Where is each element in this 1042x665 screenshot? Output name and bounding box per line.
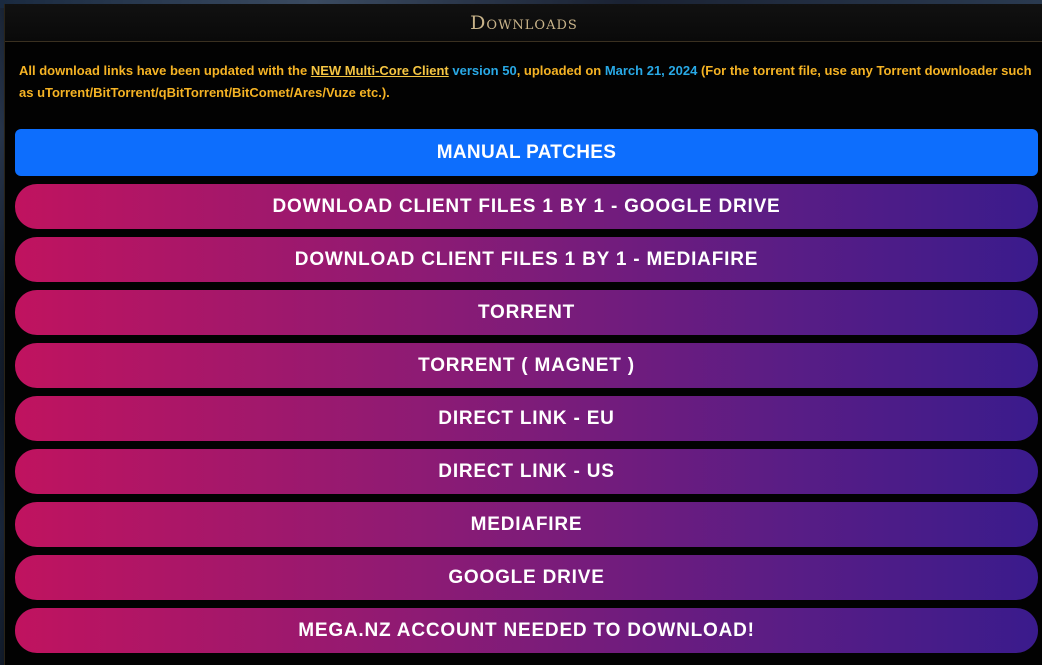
panel-header: Downloads — [5, 4, 1042, 42]
mega-nz-button[interactable]: MEGA.NZ ACCOUNT NEEDED TO DOWNLOAD! — [15, 608, 1038, 653]
client-version: version 50 — [452, 63, 517, 78]
direct-link-us-button[interactable]: DIRECT LINK - US — [15, 449, 1038, 494]
mediafire-1by1-button[interactable]: DOWNLOAD CLIENT FILES 1 BY 1 - MEDIAFIRE — [15, 237, 1038, 282]
manual-patches-button[interactable]: MANUAL PATCHES — [15, 129, 1038, 176]
notice-text-1: All download links have been updated wit… — [19, 63, 311, 78]
google-drive-button[interactable]: GOOGLE DRIVE — [15, 555, 1038, 600]
mediafire-button[interactable]: MEDIAFIRE — [15, 502, 1038, 547]
notice-text-3: , uploaded on — [516, 63, 605, 78]
direct-link-eu-button[interactable]: DIRECT LINK - EU — [15, 396, 1038, 441]
upload-date: March 21, 2024 — [604, 63, 698, 78]
multi-core-client-link[interactable]: NEW Multi-Core Client — [311, 63, 449, 78]
google-drive-1by1-button[interactable]: DOWNLOAD CLIENT FILES 1 BY 1 - GOOGLE DR… — [15, 184, 1038, 229]
download-button-list: MANUAL PATCHES DOWNLOAD CLIENT FILES 1 B… — [15, 129, 1038, 661]
torrent-button[interactable]: TORRENT — [15, 290, 1038, 335]
update-notice: All download links have been updated wit… — [19, 60, 1039, 104]
downloads-page: Downloads All download links have been u… — [0, 0, 1042, 665]
panel-title: Downloads — [470, 11, 578, 34]
torrent-magnet-button[interactable]: TORRENT ( MAGNET ) — [15, 343, 1038, 388]
